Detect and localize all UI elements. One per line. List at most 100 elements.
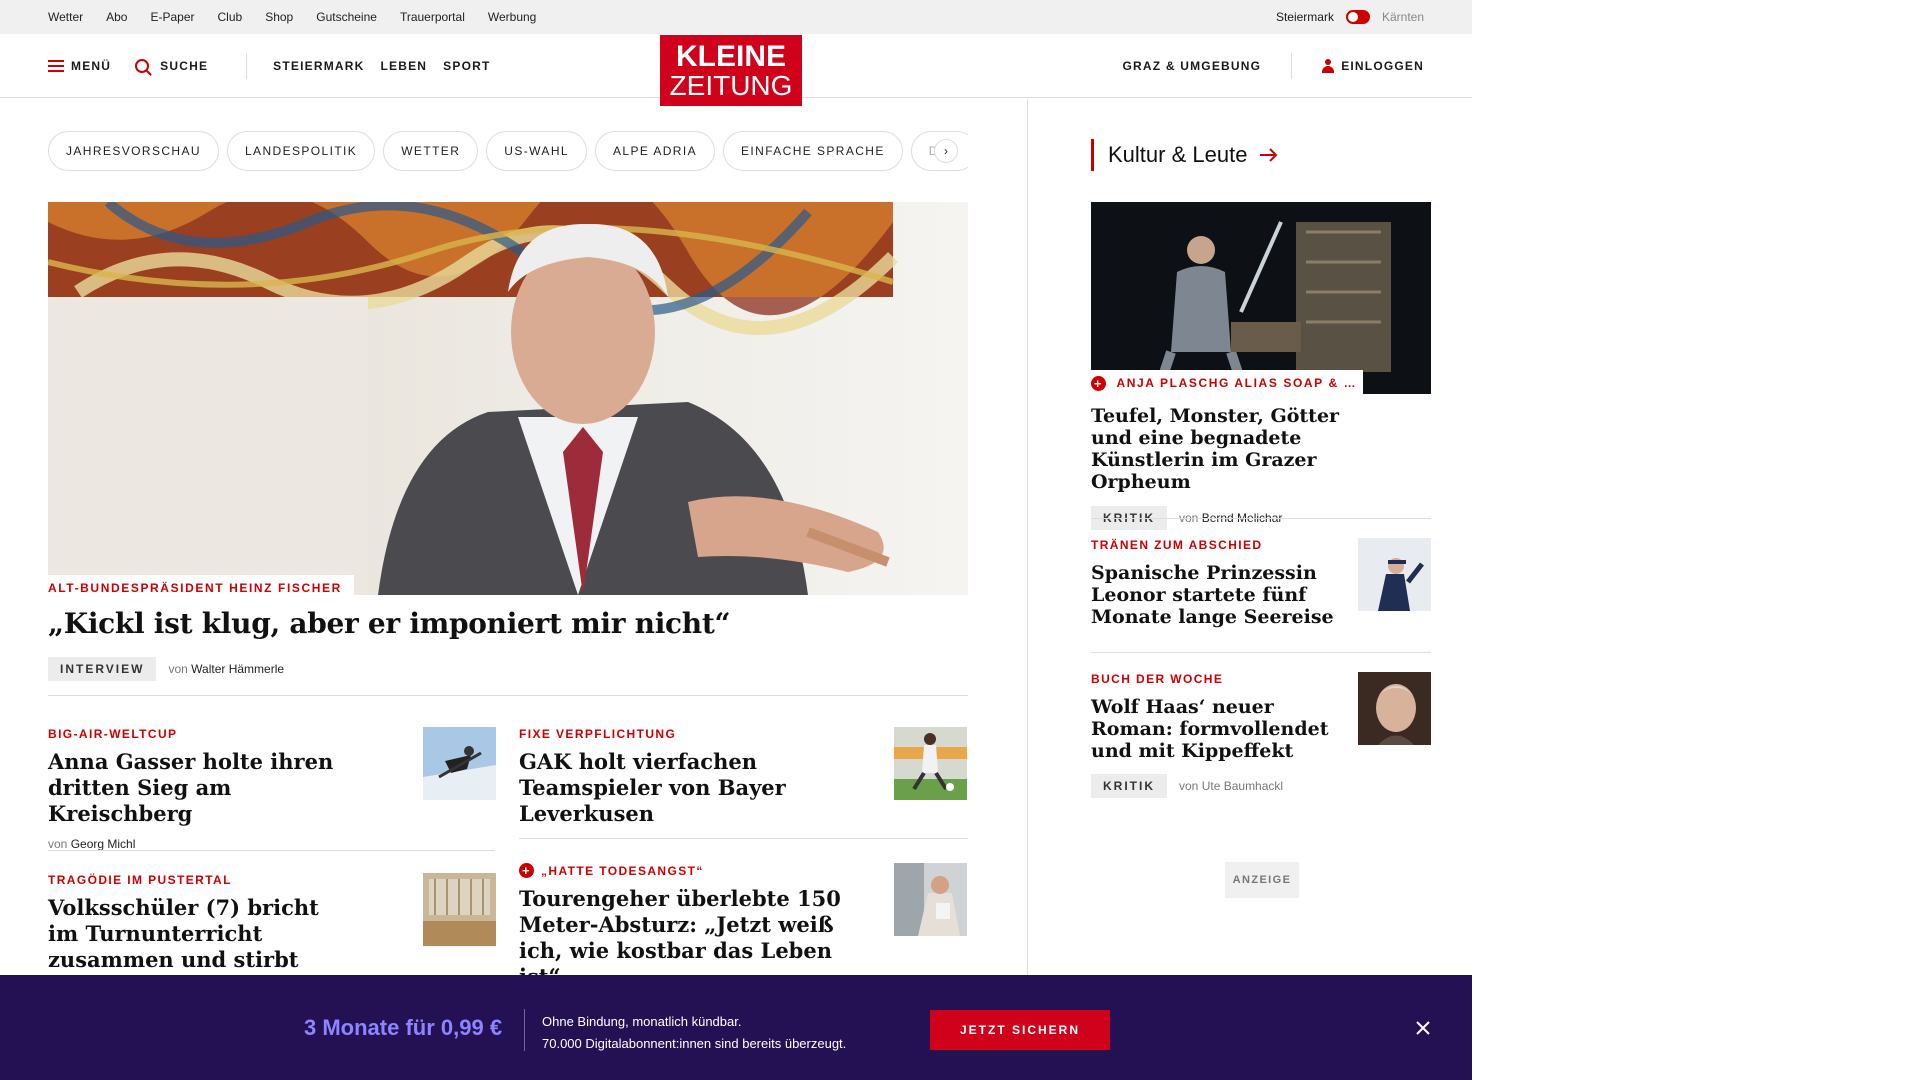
promo-price: 3 Monate für 0,99 € (304, 1015, 503, 1040)
chip-wetter[interactable]: WETTER (383, 131, 479, 171)
sidebar-article-tag: KRITIK (1091, 774, 1167, 798)
search-button[interactable]: SUCHE (135, 58, 208, 73)
article-headline[interactable]: Anna Gasser holte ihren dritten Sieg am … (48, 749, 368, 827)
sidebar-article-headline[interactable]: Spanische Prinzessin Leonor startete fün… (1091, 562, 1341, 628)
service-link-wetter[interactable]: Wetter (48, 10, 83, 24)
login-label: EINLOGGEN (1341, 58, 1424, 73)
article-headline[interactable]: Volksschüler (7) bricht im Turnunterrich… (48, 895, 348, 973)
nav-graz-umgebung[interactable]: GRAZ & UMGEBUNG (1123, 59, 1262, 73)
hero-meta: INTERVIEW von Walter Hämmerle (48, 657, 284, 681)
subscribe-button[interactable]: JETZT SICHERN (930, 1010, 1110, 1050)
chip-einfache-sprache[interactable]: EINFACHE SPRACHE (723, 131, 903, 171)
hero-tag: INTERVIEW (48, 657, 157, 681)
nav-steiermark[interactable]: STEIERMARK (273, 59, 364, 73)
divider (48, 695, 968, 696)
article-card[interactable]: FIXE VERPFLICHTUNG GAK holt vierfachen T… (519, 727, 879, 827)
plus-icon: + (1091, 376, 1106, 392)
concert-photo (1091, 202, 1431, 394)
snowboard-photo (423, 727, 496, 800)
article-card[interactable]: BIG-AIR-WELTCUP Anna Gasser holte ihren … (48, 727, 368, 851)
article-thumbnail[interactable] (894, 863, 967, 936)
gym-photo (423, 873, 496, 946)
service-link-trauerportal[interactable]: Trauerportal (400, 10, 465, 24)
main-header: MENÜ SUCHE STEIERMARK LEBEN SPORT KLEINE… (0, 34, 1472, 106)
sidebar-article-by: von (1179, 779, 1199, 793)
divider (1091, 518, 1431, 519)
sidebar-article-author[interactable]: Ute Baumhackl (1202, 779, 1283, 793)
article-by: von (48, 837, 68, 851)
service-link-club[interactable]: Club (218, 10, 243, 24)
sidebar-thumbnail[interactable] (1358, 538, 1431, 611)
article-kicker: TRAGÖDIE IM PUSTERTAL (48, 873, 232, 887)
chip-us-wahl[interactable]: US-WAHL (486, 131, 587, 171)
article-meta: von Georg Michl (48, 837, 368, 851)
hospital-photo (894, 863, 967, 936)
article-card[interactable]: TRAGÖDIE IM PUSTERTAL Volksschüler (7) b… (48, 873, 348, 973)
region-switch: Steiermark Kärnten (1276, 10, 1424, 24)
search-icon (135, 58, 150, 73)
divider (519, 838, 968, 839)
hero-image[interactable] (48, 202, 968, 595)
page-background (1472, 0, 1920, 1080)
region-toggle[interactable] (1345, 10, 1370, 24)
article-author[interactable]: Georg Michl (71, 837, 136, 851)
region-steiermark[interactable]: Steiermark (1276, 10, 1334, 24)
sidebar-article-meta: KRITIK von Ute Baumhackl (1091, 774, 1341, 798)
hero-author[interactable]: Walter Hämmerle (191, 662, 284, 676)
arrow-right-icon (1260, 148, 1278, 162)
plus-icon: + (519, 863, 534, 878)
hero-photo-illustration (48, 202, 968, 595)
article-kicker-premium: + „HATTE TODESANGST“ (519, 863, 879, 878)
region-kaernten[interactable]: Kärnten (1382, 10, 1424, 24)
hero-headline[interactable]: „Kickl ist klug, aber er imponiert mir n… (48, 607, 731, 640)
subscription-banner: 3 Monate für 0,99 € Ohne Bindung, monatl… (0, 975, 1472, 1080)
nav-leben[interactable]: LEBEN (381, 59, 428, 73)
kleine-zeitung-logo[interactable]: KLEINE ZEITUNG (660, 35, 802, 106)
lead-article[interactable]: Teufel, Monster, Götter und eine begnade… (1091, 405, 1361, 530)
sidebar-article-kicker: BUCH DER WOCHE (1091, 672, 1224, 686)
logo-line1: KLEINE (675, 39, 786, 73)
service-link-shop[interactable]: Shop (265, 10, 293, 24)
close-icon[interactable] (1414, 1019, 1432, 1037)
section-header[interactable]: Kultur & Leute (1091, 139, 1279, 171)
logo-line2: ZEITUNG (669, 69, 793, 101)
article-thumbnail[interactable] (894, 727, 967, 800)
promo-divider (524, 1009, 525, 1051)
service-link-epaper[interactable]: E-Paper (150, 10, 194, 24)
article-headline[interactable]: GAK holt vierfachen Teamspieler von Baye… (519, 749, 879, 827)
article-kicker: FIXE VERPFLICHTUNG (519, 727, 677, 741)
menu-button[interactable]: MENÜ (48, 59, 111, 73)
sidebar-article-kicker: TRÄNEN ZUM ABSCHIED (1091, 538, 1263, 552)
chip-alpe-adria[interactable]: ALPE ADRIA (594, 131, 715, 171)
lead-kicker: ANJA PLASCHG ALIAS SOAP & … (1116, 376, 1358, 390)
chip-landespolitik[interactable]: LANDESPOLITIK (226, 131, 376, 171)
section-title: Kultur & Leute (1108, 142, 1248, 167)
lead-image[interactable] (1091, 202, 1431, 394)
promo-line2: 70.000 Digitalabonnent:innen sind bereit… (542, 1036, 847, 1051)
sidebar-article[interactable]: BUCH DER WOCHE Wolf Haas‘ neuer Roman: f… (1091, 672, 1341, 798)
service-link-werbung[interactable]: Werbung (488, 10, 536, 24)
divider (48, 850, 495, 851)
article-thumbnail[interactable] (423, 727, 496, 800)
sidebar-thumbnail[interactable] (1358, 672, 1431, 745)
article-card[interactable]: + „HATTE TODESANGST“ Tourengeher überleb… (519, 863, 879, 990)
user-icon (1322, 58, 1335, 73)
login-button[interactable]: EINLOGGEN (1322, 58, 1424, 73)
article-kicker: „HATTE TODESANGST“ (541, 863, 704, 878)
nav-sport[interactable]: SPORT (443, 59, 490, 73)
hero-kicker: ALT-BUNDESPRÄSIDENT HEINZ FISCHER (48, 575, 354, 598)
football-photo (894, 727, 967, 800)
hero-by: von (168, 662, 188, 676)
service-bar: Wetter Abo E-Paper Club Shop Gutscheine … (0, 0, 1472, 34)
service-link-gutscheine[interactable]: Gutscheine (316, 10, 377, 24)
sidebar-article[interactable]: TRÄNEN ZUM ABSCHIED Spanische Prinzessin… (1091, 538, 1341, 628)
article-thumbnail[interactable] (423, 873, 496, 946)
lead-kicker-row: + ANJA PLASCHG ALIAS SOAP & … (1091, 370, 1363, 395)
chevron-right-icon[interactable]: › (934, 139, 958, 163)
service-links: Wetter Abo E-Paper Club Shop Gutscheine … (48, 10, 536, 24)
sidebar-article-headline[interactable]: Wolf Haas‘ neuer Roman: formvollendet un… (1091, 696, 1341, 762)
service-link-abo[interactable]: Abo (106, 10, 127, 24)
lead-headline[interactable]: Teufel, Monster, Götter und eine begnade… (1091, 405, 1361, 493)
main-column: JAHRESVORSCHAU LANDESPOLITIK WETTER US-W… (0, 99, 1028, 1080)
chip-jahresvorschau[interactable]: JAHRESVORSCHAU (48, 131, 219, 171)
